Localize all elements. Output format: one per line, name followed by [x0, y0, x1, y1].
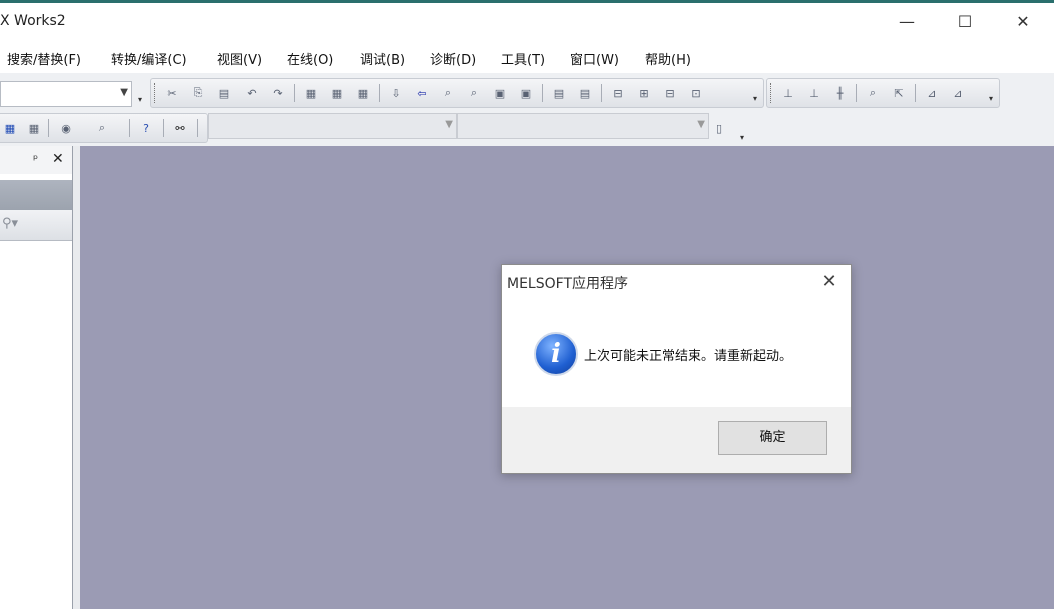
device-replace-icon[interactable]: ▦ — [328, 84, 346, 102]
help-icon[interactable]: ? — [137, 119, 155, 137]
toolbar-separator — [542, 84, 543, 102]
step4-icon[interactable]: ⊿ — [949, 84, 967, 102]
toolbar-overflow-icon[interactable]: ▾ — [136, 95, 144, 105]
watch3-icon[interactable]: ⊟ — [661, 84, 679, 102]
toolbar-separator — [163, 119, 164, 137]
read-plc-icon[interactable]: ⇩ — [387, 84, 405, 102]
toolbar-separator — [601, 84, 602, 102]
ladder2-icon[interactable]: ⊥ — [805, 84, 823, 102]
monitor-icon[interactable]: ⌕ — [465, 84, 483, 102]
menu-bar: 搜索/替换(F) 转换/编译(C) 视图(V) 在线(O) 调试(B) 诊断(D… — [0, 43, 1054, 73]
device-register-icon[interactable]: ▤ — [576, 84, 594, 102]
menu-tools[interactable]: 工具(T) — [501, 49, 545, 68]
edit-toolbar: ✂ ⎘ ▤ ↶ ↷ ▦ ▦ ▦ ⇩ ⇦ ⌕ ⌕ ▣ ▣ ▤ ▤ ⊟ ⊞ ⊟ ⊡ … — [150, 78, 764, 108]
verify-icon[interactable]: ⌕ — [439, 84, 457, 102]
ladder3-icon[interactable]: ╫ — [831, 84, 849, 102]
menu-help[interactable]: 帮助(H) — [645, 49, 691, 68]
dialog-message: 上次可能未正常结束。请重新起动。 — [584, 349, 793, 364]
ladder-toolbar: ⊥ ⊥ ╫ ⌕ ⇱ ⊿ ⊿ ▾ — [766, 78, 1000, 108]
device-batch-icon[interactable]: ▤ — [550, 84, 568, 102]
toolbar-overflow-icon[interactable]: ▾ — [987, 94, 995, 104]
monitor-stop-icon[interactable]: ▣ — [517, 84, 535, 102]
menu-online[interactable]: 在线(O) — [287, 49, 333, 68]
toolbar-separator — [856, 84, 857, 102]
device-memory-icon[interactable]: ▦ — [1, 119, 19, 137]
toolbar-gripper[interactable] — [770, 83, 774, 103]
toolbar-overflow-icon[interactable]: ▾ — [751, 94, 759, 104]
chevron-down-icon: ▼ — [697, 119, 705, 130]
step2-icon[interactable]: ⇱ — [890, 84, 908, 102]
chevron-down-icon: ▼ — [445, 119, 453, 130]
close-button[interactable]: ✕ — [1000, 7, 1046, 37]
undo-icon[interactable]: ↶ — [243, 84, 261, 102]
document-icon[interactable]: ▯ — [710, 119, 728, 137]
toolbar-overflow-icon[interactable]: ▾ — [738, 133, 746, 143]
redo-icon[interactable]: ↷ — [269, 84, 287, 102]
tree-options-icon[interactable]: ⚲▾ — [2, 216, 18, 231]
search-icon[interactable]: ⌕ — [93, 119, 111, 137]
toolbar-separator — [48, 119, 49, 137]
ok-button[interactable]: 确定 — [718, 421, 827, 455]
info-icon: i — [534, 332, 578, 376]
ladder-icon[interactable]: ⊥ — [779, 84, 797, 102]
write-plc-icon[interactable]: ⇦ — [413, 84, 431, 102]
toolbar-separator — [197, 119, 198, 137]
copy-icon[interactable]: ⎘ — [189, 84, 207, 102]
toolbar-separator — [294, 84, 295, 102]
toolbar-separator — [129, 119, 130, 137]
maximize-button[interactable]: ☐ — [942, 7, 988, 37]
monitor-start-icon[interactable]: ▣ — [491, 84, 509, 102]
minimize-button[interactable]: — — [884, 7, 930, 37]
menu-debug[interactable]: 调试(B) — [360, 49, 405, 68]
window-title: X Works2 — [0, 13, 66, 29]
view-toolbar: ▦ ▦ ◉ ⌕ ? ⚯ — [0, 113, 208, 143]
menu-view[interactable]: 视图(V) — [217, 49, 262, 68]
panel-tab-band — [0, 180, 72, 210]
menu-search-replace[interactable]: 搜索/替换(F) — [7, 49, 81, 68]
search-combo-1[interactable]: ▼ — [208, 113, 457, 139]
project-combo[interactable]: ▼ — [0, 81, 132, 107]
panel-toolbar: ⚲▾ — [0, 210, 72, 241]
menu-window[interactable]: 窗口(W) — [570, 49, 619, 68]
watch-eye-icon[interactable]: ◉ — [57, 119, 75, 137]
message-dialog: MELSOFT应用程序 ✕ i 上次可能未正常结束。请重新起动。 确定 — [501, 264, 852, 474]
watch-icon[interactable]: ⊟ — [609, 84, 627, 102]
toolbar-gripper[interactable] — [154, 83, 158, 103]
toolbar-separator — [379, 84, 380, 102]
instruction-search-icon[interactable]: ▦ — [354, 84, 372, 102]
pin-icon[interactable]: ᵖ — [33, 152, 38, 166]
dialog-close-button[interactable]: ✕ — [808, 265, 850, 299]
search-combo-2[interactable]: ▼ — [457, 113, 709, 139]
panel-header: ᵖ ✕ — [0, 146, 72, 174]
binoculars-icon[interactable]: ⚯ — [171, 119, 189, 137]
menu-convert-compile[interactable]: 转换/编译(C) — [111, 49, 187, 68]
title-bar: X Works2 — ☐ ✕ — [0, 3, 1054, 40]
device-search-icon[interactable]: ▦ — [302, 84, 320, 102]
watch4-icon[interactable]: ⊡ — [687, 84, 705, 102]
device-list-icon[interactable]: ▦ — [25, 119, 43, 137]
chevron-down-icon: ▼ — [120, 87, 128, 98]
cut-icon[interactable]: ✂ — [163, 84, 181, 102]
panel-close-icon[interactable]: ✕ — [52, 151, 64, 167]
dialog-title: MELSOFT应用程序 — [507, 276, 628, 292]
toolbar-separator — [915, 84, 916, 102]
step-icon[interactable]: ⌕ — [864, 84, 882, 102]
paste-icon[interactable]: ▤ — [215, 84, 233, 102]
toolbar-area: ▼ ▾ ✂ ⎘ ▤ ↶ ↷ ▦ ▦ ▦ ⇩ ⇦ ⌕ ⌕ ▣ ▣ ▤ ▤ ⊟ ⊞ … — [0, 73, 1054, 146]
step3-icon[interactable]: ⊿ — [923, 84, 941, 102]
watch2-icon[interactable]: ⊞ — [635, 84, 653, 102]
navigation-panel: ᵖ ✕ ⚲▾ — [0, 146, 73, 609]
menu-diagnostics[interactable]: 诊断(D) — [430, 49, 476, 68]
